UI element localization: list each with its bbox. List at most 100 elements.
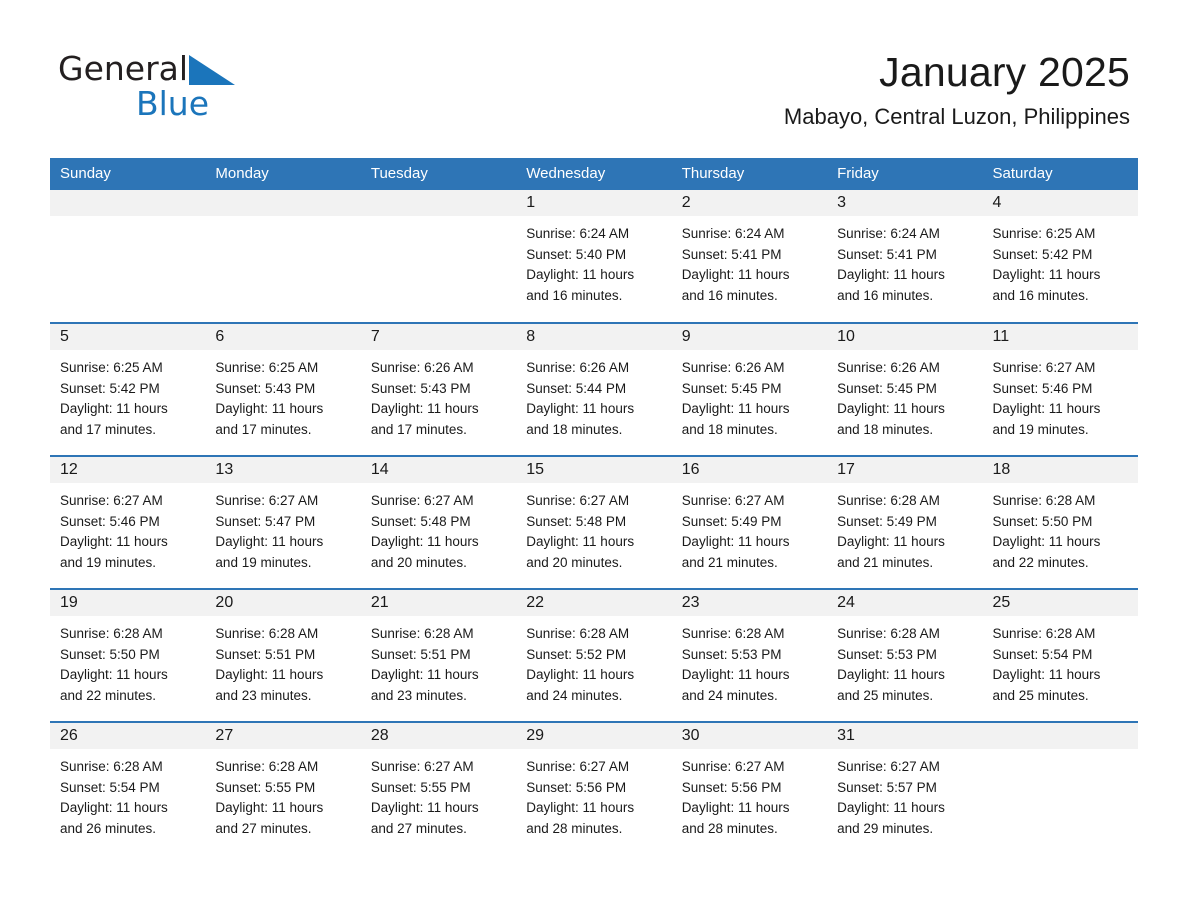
- day-number: 16: [671, 457, 828, 483]
- day-number: 6: [205, 324, 361, 350]
- daylight-duration-line2: and 19 minutes.: [60, 554, 157, 570]
- daylight-duration-line2: and 23 minutes.: [370, 687, 467, 703]
- day-number: 27: [205, 723, 361, 749]
- sunrise-time: Sunrise: 6:27 AM: [992, 360, 1096, 375]
- calendar-day-cell[interactable]: 23 Sunrise: 6:28 AM Sunset: 5:53 PM Dayligh…: [671, 588, 828, 722]
- sunset-time: Sunset: 5:48 PM: [526, 513, 627, 529]
- calendar-day-cell[interactable]: 14 Sunrise: 6:27 AM Sunset: 5:48 PM Dayligh…: [360, 455, 517, 589]
- sunrise-time: Sunrise: 6:28 AM: [837, 493, 940, 508]
- calendar-day-cell[interactable]: 11 Sunrise: 6:27 AM Sunset: 5:46 PM Dayligh…: [982, 322, 1138, 456]
- calendar-day-cell[interactable]: 5 Sunrise: 6:25 AM Sunset: 5:42 PM Daylight…: [50, 322, 206, 456]
- calendar-day-cell[interactable]: 8 Sunrise: 6:26 AM Sunset: 5:44 PM Daylight…: [516, 322, 672, 456]
- daylight-duration-line1: Daylight: 11 hours: [992, 534, 1101, 549]
- daylight-duration-line2: and 16 minutes.: [681, 287, 778, 303]
- sunrise-time: Sunrise: 6:26 AM: [681, 360, 785, 375]
- daylight-duration-line2: and 20 minutes.: [526, 554, 623, 570]
- calendar-day-cell[interactable]: 3 Sunrise: 6:24 AM Sunset: 5:41 PM Daylight…: [827, 190, 983, 323]
- calendar-day-cell[interactable]: 19 Sunrise: 6:28 AM Sunset: 5:50 PM Dayligh…: [50, 588, 206, 722]
- sunset-time: Sunset: 5:51 PM: [215, 646, 316, 662]
- day-details: Sunrise: 6:26 AM Sunset: 5:45 PM Daylight:…: [827, 350, 982, 440]
- weekday-header-sunday: Sunday: [50, 158, 206, 190]
- day-number: 28: [360, 723, 517, 749]
- calendar-day-cell[interactable]: 6 Sunrise: 6:25 AM Sunset: 5:43 PM Daylight…: [205, 322, 361, 456]
- calendar-day-cell[interactable]: 1 Sunrise: 6:24 AM Sunset: 5:40 PM Daylight…: [516, 190, 672, 323]
- day-details: Sunrise: 6:25 AM Sunset: 5:42 PM Daylight:…: [983, 216, 1138, 306]
- sunset-time: Sunset: 5:43 PM: [370, 380, 471, 396]
- daylight-duration-line1: Daylight: 11 hours: [215, 667, 324, 682]
- calendar-day-cell[interactable]: 29 Sunrise: 6:27 AM Sunset: 5:56 PM Dayligh…: [516, 721, 672, 855]
- calendar-day-cell[interactable]: 16 Sunrise: 6:27 AM Sunset: 5:49 PM Dayligh…: [671, 455, 828, 589]
- sunset-time: Sunset: 5:42 PM: [60, 380, 160, 396]
- sunrise-time: Sunrise: 6:28 AM: [681, 626, 785, 641]
- day-number: 1: [516, 190, 672, 216]
- day-details: Sunrise: 6:28 AM Sunset: 5:51 PM Daylight:…: [205, 616, 360, 706]
- sunrise-time: Sunrise: 6:26 AM: [370, 360, 474, 375]
- day-details: Sunrise: 6:26 AM Sunset: 5:44 PM Daylight:…: [516, 350, 671, 440]
- day-number: 15: [516, 457, 672, 483]
- calendar-day-cell[interactable]: 15 Sunrise: 6:27 AM Sunset: 5:48 PM Dayligh…: [516, 455, 672, 589]
- day-details: Sunrise: 6:28 AM Sunset: 5:55 PM Daylight:…: [205, 749, 360, 839]
- sunrise-time: Sunrise: 6:28 AM: [60, 759, 163, 774]
- sunrise-time: Sunrise: 6:27 AM: [60, 493, 163, 508]
- day-number: 7: [360, 324, 517, 350]
- calendar-day-cell[interactable]: 25 Sunrise: 6:28 AM Sunset: 5:54 PM Dayligh…: [982, 588, 1138, 722]
- day-details: Sunrise: 6:28 AM Sunset: 5:51 PM Daylight:…: [361, 616, 516, 706]
- daylight-duration-line1: Daylight: 11 hours: [370, 534, 479, 549]
- sunset-time: Sunset: 5:57 PM: [837, 779, 937, 795]
- day-number: 22: [516, 590, 672, 616]
- calendar-day-cell[interactable]: 17 Sunrise: 6:28 AM Sunset: 5:49 PM Dayligh…: [827, 455, 983, 589]
- daylight-duration-line2: and 25 minutes.: [837, 687, 934, 703]
- page-header: General Blue January 2025 Mabayo, Centra…: [0, 0, 1188, 129]
- daylight-duration-line1: Daylight: 11 hours: [681, 267, 790, 282]
- sunset-time: Sunset: 5:47 PM: [215, 513, 316, 529]
- day-number: 13: [205, 457, 361, 483]
- daylight-duration-line2: and 28 minutes.: [526, 820, 623, 836]
- calendar-header-row: Sunday Monday Tuesday Wednesday Thursday…: [50, 158, 1138, 190]
- calendar-day-cell[interactable]: 24 Sunrise: 6:28 AM Sunset: 5:53 PM Dayligh…: [827, 588, 983, 722]
- calendar-day-cell[interactable]: 4 Sunrise: 6:25 AM Sunset: 5:42 PM Daylight…: [982, 190, 1138, 323]
- calendar-day-cell[interactable]: 13 Sunrise: 6:27 AM Sunset: 5:47 PM Dayligh…: [205, 455, 361, 589]
- calendar-day-cell[interactable]: 10 Sunrise: 6:26 AM Sunset: 5:45 PM Dayligh…: [827, 322, 983, 456]
- sunset-time: Sunset: 5:41 PM: [837, 246, 937, 262]
- daylight-duration-line2: and 22 minutes.: [60, 687, 157, 703]
- daylight-duration-line1: Daylight: 11 hours: [370, 667, 479, 682]
- daylight-duration-line2: and 28 minutes.: [681, 820, 778, 836]
- sunrise-time: Sunrise: 6:28 AM: [370, 626, 474, 641]
- daylight-duration-line1: Daylight: 11 hours: [215, 401, 324, 416]
- calendar-day-cell[interactable]: 2 Sunrise: 6:24 AM Sunset: 5:41 PM Daylight…: [671, 190, 828, 323]
- day-details: Sunrise: 6:24 AM Sunset: 5:41 PM Daylight:…: [672, 216, 827, 306]
- calendar-day-cell[interactable]: 28 Sunrise: 6:27 AM Sunset: 5:55 PM Dayligh…: [360, 721, 517, 855]
- daylight-duration-line2: and 16 minutes.: [526, 287, 623, 303]
- logo-text-blue: Blue: [136, 84, 210, 123]
- day-number: 29: [516, 723, 672, 749]
- sunset-time: Sunset: 5:56 PM: [681, 779, 782, 795]
- day-number: 23: [671, 590, 828, 616]
- calendar-day-cell[interactable]: 20 Sunrise: 6:28 AM Sunset: 5:51 PM Dayligh…: [205, 588, 361, 722]
- calendar-day-cell[interactable]: 21 Sunrise: 6:28 AM Sunset: 5:51 PM Dayligh…: [360, 588, 517, 722]
- calendar-day-cell[interactable]: 26 Sunrise: 6:28 AM Sunset: 5:54 PM Dayligh…: [50, 721, 206, 855]
- general-blue-logo[interactable]: General Blue: [58, 52, 318, 122]
- day-number: 24: [827, 590, 983, 616]
- day-details: Sunrise: 6:28 AM Sunset: 5:49 PM Daylight:…: [827, 483, 982, 573]
- calendar-day-cell[interactable]: 22 Sunrise: 6:28 AM Sunset: 5:52 PM Dayligh…: [516, 588, 672, 722]
- day-number: 31: [827, 723, 983, 749]
- sunset-time: Sunset: 5:46 PM: [992, 380, 1093, 396]
- daylight-duration-line1: Daylight: 11 hours: [992, 667, 1101, 682]
- sunrise-time: Sunrise: 6:27 AM: [681, 759, 785, 774]
- sunset-time: Sunset: 5:56 PM: [526, 779, 627, 795]
- day-details: Sunrise: 6:26 AM Sunset: 5:43 PM Daylight:…: [361, 350, 516, 440]
- daylight-duration-line1: Daylight: 11 hours: [60, 534, 168, 549]
- calendar-day-cell[interactable]: 7 Sunrise: 6:26 AM Sunset: 5:43 PM Daylight…: [360, 322, 517, 456]
- day-number: 10: [827, 324, 983, 350]
- calendar-day-cell[interactable]: 18 Sunrise: 6:28 AM Sunset: 5:50 PM Dayligh…: [982, 455, 1138, 589]
- calendar-day-cell[interactable]: 27 Sunrise: 6:28 AM Sunset: 5:55 PM Dayligh…: [205, 721, 361, 855]
- daylight-duration-line2: and 25 minutes.: [992, 687, 1089, 703]
- calendar-day-cell[interactable]: 9 Sunrise: 6:26 AM Sunset: 5:45 PM Daylight…: [671, 322, 828, 456]
- day-details: Sunrise: 6:24 AM Sunset: 5:41 PM Daylight:…: [827, 216, 982, 306]
- sunrise-time: Sunrise: 6:27 AM: [681, 493, 785, 508]
- calendar-day-cell[interactable]: 12 Sunrise: 6:27 AM Sunset: 5:46 PM Dayligh…: [50, 455, 206, 589]
- calendar-day-cell[interactable]: 31 Sunrise: 6:27 AM Sunset: 5:57 PM Dayligh…: [827, 721, 983, 855]
- sunset-time: Sunset: 5:40 PM: [526, 246, 627, 262]
- daylight-duration-line1: Daylight: 11 hours: [60, 401, 168, 416]
- calendar-day-cell[interactable]: 30 Sunrise: 6:27 AM Sunset: 5:56 PM Dayligh…: [671, 721, 828, 855]
